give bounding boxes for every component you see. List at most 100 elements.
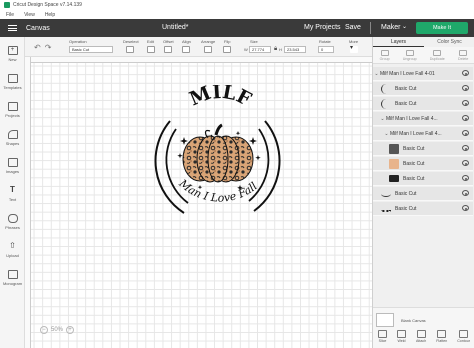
undo-icon[interactable]: ↶ — [34, 43, 41, 53]
sidebar-item-upload[interactable]: ⇧ Upload — [0, 237, 25, 263]
canvas-label: Canvas — [26, 24, 50, 32]
layer-thumbnail-text — [381, 206, 391, 212]
layer-group-row[interactable]: ⌄ Milf Man I Love Fall 4... — [373, 112, 473, 126]
eye-icon[interactable] — [462, 190, 469, 196]
sidebar-item-templates[interactable]: Templates — [0, 69, 25, 95]
eye-icon[interactable] — [462, 160, 469, 166]
left-sidebar: + New Templates Projects Shapes Images T… — [0, 37, 25, 348]
design-top-text: MILF — [186, 85, 255, 111]
phrases-icon — [7, 214, 18, 223]
blank-canvas-swatch[interactable] — [376, 313, 394, 327]
eye-icon[interactable] — [462, 145, 469, 151]
group-button[interactable]: Group — [380, 49, 390, 61]
sidebar-item-label: Images — [5, 169, 20, 174]
height-field[interactable]: 23.543 — [284, 46, 306, 53]
layer-thumbnail-tan — [389, 158, 399, 169]
sidebar-item-images[interactable]: Images — [0, 153, 25, 179]
save-button[interactable]: Save — [345, 24, 361, 31]
ungroup-button[interactable]: Ungroup — [403, 49, 417, 61]
layer-name: Milf Man I Love Fall 4-01 — [380, 70, 435, 77]
new-icon: + — [7, 46, 18, 55]
menu-view[interactable]: View — [24, 12, 35, 18]
layer-name: Basic Cut — [403, 160, 425, 167]
layer-actions: Group Ungroup Duplicate Delete — [373, 47, 474, 64]
attach-button[interactable]: Attach — [416, 330, 426, 343]
layer-row[interactable]: Basic Cut — [373, 157, 473, 171]
zoom-out-button[interactable]: − — [40, 326, 48, 334]
my-projects-button[interactable]: My Projects — [304, 24, 341, 31]
layer-row[interactable]: Basic Cut — [373, 142, 473, 156]
lock-icon[interactable]: 🔒︎ — [274, 46, 277, 53]
window-title: Cricut Design Space v7.14.139 — [13, 2, 82, 8]
sidebar-item-text[interactable]: T Text — [0, 181, 25, 207]
offset-button[interactable] — [164, 46, 172, 53]
sidebar-item-label: New — [8, 57, 17, 62]
flatten-label: Flatten — [436, 339, 448, 343]
flatten-button[interactable]: Flatten — [436, 330, 447, 343]
sidebar-item-monogram[interactable]: Monogram — [0, 265, 25, 291]
slice-icon — [378, 330, 387, 338]
size-label: Size — [250, 39, 258, 44]
layer-thumbnail-black — [389, 175, 399, 182]
align-button[interactable] — [182, 46, 190, 53]
menu-file[interactable]: File — [6, 12, 14, 18]
chevron-down-icon[interactable]: ⌄ — [383, 131, 390, 137]
layer-name: Milf Man I Love Fall 4... — [390, 130, 442, 137]
layers-panel: Layers Color Sync Group Ungroup Duplicat… — [372, 37, 474, 348]
deselect-button[interactable] — [126, 46, 134, 53]
chevron-down-icon[interactable]: ⌄ — [379, 116, 386, 122]
projects-icon — [7, 102, 18, 111]
layer-row[interactable]: Basic Cut — [373, 172, 473, 186]
layer-row[interactable]: Basic Cut — [373, 82, 473, 96]
eye-icon[interactable] — [462, 100, 469, 106]
layer-row[interactable]: Basic Cut — [373, 202, 473, 216]
shapes-icon — [7, 130, 18, 139]
upload-icon: ⇧ — [9, 241, 16, 250]
text-icon: T — [10, 185, 15, 194]
milf-design-artwork[interactable]: MILF Man I Love Fall — [150, 85, 285, 225]
machine-select[interactable]: Maker — [381, 24, 400, 31]
tab-color-sync[interactable]: Color Sync — [424, 37, 474, 47]
edit-label: Edit — [147, 39, 154, 44]
tab-layers[interactable]: Layers — [373, 37, 424, 47]
duplicate-button[interactable]: Duplicate — [430, 49, 445, 61]
make-it-button[interactable]: Make It — [416, 22, 468, 34]
sidebar-item-projects[interactable]: Projects — [0, 97, 25, 123]
layer-name: Basic Cut — [395, 190, 417, 197]
edit-button[interactable] — [147, 46, 155, 53]
menu-help[interactable]: Help — [45, 12, 55, 18]
menu-bar: File View Help — [0, 10, 474, 19]
arrange-button[interactable] — [204, 46, 212, 53]
more-icon[interactable]: ▾ — [350, 45, 358, 53]
blank-canvas-label: Blank Canvas — [401, 318, 426, 323]
chevron-down-icon[interactable]: ⌄ — [402, 23, 407, 30]
hamburger-menu-icon[interactable] — [0, 19, 24, 37]
layer-group-row[interactable]: ⌄ Milf Man I Love Fall 4... — [373, 127, 473, 141]
layer-row[interactable]: Basic Cut — [373, 97, 473, 111]
flatten-icon — [437, 330, 447, 338]
operation-select[interactable]: Basic Cut — [69, 46, 113, 53]
flip-button[interactable] — [223, 46, 231, 53]
zoom-in-button[interactable]: + — [66, 326, 75, 334]
eye-icon[interactable] — [462, 130, 469, 136]
eye-icon[interactable] — [462, 175, 469, 181]
contour-button[interactable]: Contour — [457, 330, 470, 343]
eye-icon[interactable] — [462, 205, 469, 211]
layer-row[interactable]: Basic Cut — [373, 187, 473, 201]
sidebar-item-new[interactable]: + New — [0, 41, 25, 67]
layer-group-row[interactable]: ⌄ Milf Man I Love Fall 4-01 — [373, 67, 473, 81]
eye-icon[interactable] — [462, 85, 469, 91]
weld-button[interactable]: Weld — [397, 330, 406, 343]
rotate-field[interactable]: 0 — [318, 46, 334, 53]
sidebar-item-phrases[interactable]: Phrases — [0, 209, 25, 235]
width-field[interactable]: 27.774 — [249, 46, 271, 53]
redo-icon[interactable]: ↷ — [45, 43, 52, 53]
sidebar-item-shapes[interactable]: Shapes — [0, 125, 25, 151]
delete-button[interactable]: Delete — [458, 49, 468, 61]
slice-button[interactable]: Slice — [378, 330, 387, 343]
chevron-down-icon[interactable]: ⌄ — [373, 71, 380, 77]
left-outer-arc — [154, 120, 185, 214]
eye-icon[interactable] — [462, 70, 469, 76]
rotate-label: Rotate — [319, 39, 331, 44]
eye-icon[interactable] — [462, 115, 469, 121]
